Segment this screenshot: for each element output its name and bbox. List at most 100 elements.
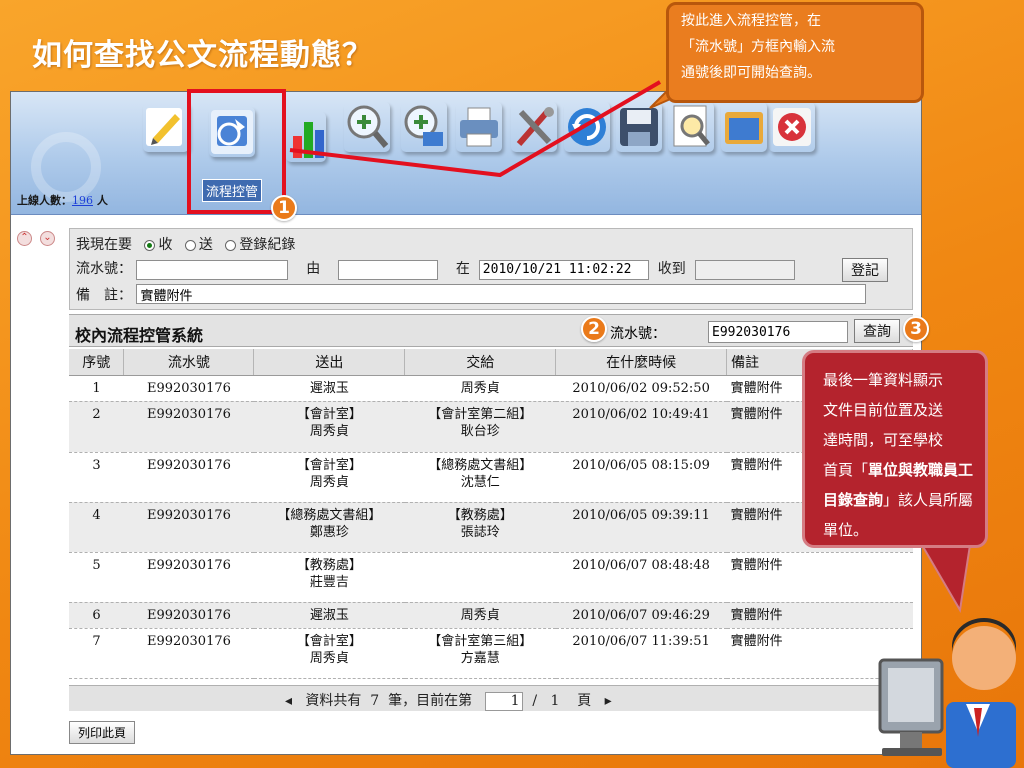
pager-text-pre: 資料共有: [305, 693, 362, 709]
cell-from: 【會計室】 周秀貞: [253, 628, 405, 679]
cell-serial: E992030176: [123, 401, 254, 453]
cell-no: 1: [69, 375, 124, 402]
zoom-search-icon[interactable]: [401, 102, 447, 152]
at-label: 在: [455, 261, 470, 277]
cell-from: 遲淑玉: [253, 602, 405, 629]
callout-bottom-text: 首頁「單位與教職員工目錄查詢」該人員所屬單位。: [823, 455, 979, 545]
tools-icon[interactable]: [511, 102, 557, 152]
cell-from-line1: 遲淑玉: [309, 380, 349, 396]
col-header-time: 在什麼時候: [555, 349, 728, 376]
cell-from-line1: 遲淑玉: [309, 607, 349, 623]
chart-icon[interactable]: [286, 112, 326, 162]
cell-no: 2: [69, 401, 124, 453]
mode-receive-label: 收: [158, 237, 173, 253]
cell-no: 3: [69, 452, 124, 503]
receive-label: 收到: [657, 261, 686, 277]
cell-to-line1: 【總務處文書組】: [428, 457, 533, 473]
cell-no: 7: [69, 628, 124, 679]
table-row: 6 E992030176 遲淑玉 周秀貞 2010/06/07 09:46:29…: [69, 602, 913, 629]
registration-form: 我現在要 收 送 登錄紀錄 流水號： 由 在 收到 登記 備 註：: [69, 228, 913, 310]
pagination-bar: ◂ 資料共有 7 筆，目前在第 1 / 1 頁 ▸: [69, 685, 913, 711]
cell-to-line2: 方嘉慧: [460, 650, 500, 666]
cell-from: 遲淑玉: [253, 375, 405, 402]
table-row: 2 E992030176 【會計室】 周秀貞 【會計室第二組】 耿台珍 2010/0…: [69, 401, 913, 453]
callout-bottom-line: 達時間，可至學校: [823, 431, 944, 449]
prev-page-icon[interactable]: ◂: [285, 693, 292, 709]
cell-to: 【教務處】 張誌玲: [404, 502, 556, 553]
callout-red-tail: [920, 544, 972, 613]
cell-time: 2010/06/02 10:49:41: [555, 401, 727, 453]
serial-label: 流水號：: [76, 261, 132, 277]
table-row: 3 E992030176 【會計室】 周秀貞 【總務處文書組】 沈慧仁 2010/0…: [69, 452, 913, 503]
mode-send-radio[interactable]: [184, 239, 196, 251]
cell-to-line2: 張誌玲: [460, 524, 500, 540]
cell-from-line2: 周秀貞: [309, 650, 349, 666]
cell-no: 6: [69, 602, 124, 629]
callout-top-line: 通號後即可開始查詢。: [681, 65, 821, 81]
next-page-icon[interactable]: ▸: [605, 693, 612, 709]
col-header-from: 送出: [253, 349, 406, 376]
online-users-unit: 人: [96, 194, 108, 207]
query-serial-input[interactable]: [708, 321, 848, 343]
cell-from: 【總務處文書組】 鄭惠珍: [253, 502, 405, 553]
zoom-in-icon[interactable]: [344, 102, 390, 152]
query-button[interactable]: 查詢: [854, 319, 900, 343]
cell-time: 2010/06/07 08:48:48: [555, 552, 727, 603]
callout-top-line: 「流水號」方框內輸入流: [681, 39, 835, 55]
pager-text-post: 頁: [577, 693, 592, 709]
step-marker-2: 2: [581, 316, 607, 342]
note-input[interactable]: [136, 284, 867, 304]
folder-icon[interactable]: [721, 102, 767, 152]
cell-to-line2: 沈慧仁: [460, 474, 500, 490]
callout-bottom-line: 文件目前位置及送: [823, 401, 944, 419]
collapse-down-icon[interactable]: ⌄: [40, 231, 55, 246]
step-marker-3: 3: [903, 316, 929, 342]
cell-no: 5: [69, 552, 124, 603]
callout-top-line: 按此進入流程控管，在: [681, 13, 821, 29]
mode-log-radio[interactable]: [225, 239, 237, 251]
note-label: 備 註：: [76, 287, 132, 304]
from-input[interactable]: [338, 259, 439, 280]
close-icon[interactable]: [769, 102, 815, 152]
cell-from-line1: 【總務處文書組】: [277, 507, 382, 523]
mode-log-label: 登錄紀錄: [239, 237, 296, 253]
collapse-up-icon[interactable]: ⌃: [17, 231, 32, 246]
table-header-row: 序號 流水號 送出 交給 在什麼時候 備註: [69, 349, 913, 376]
online-users-count[interactable]: 196: [72, 194, 93, 207]
cell-from-line2: 鄭惠珍: [309, 524, 349, 540]
printer-icon[interactable]: [456, 102, 502, 152]
cell-from: 【會計室】 周秀貞: [253, 401, 405, 453]
col-header-serial: 流水號: [123, 349, 255, 376]
mode-send-label: 送: [198, 237, 213, 253]
pager-total: 7: [370, 693, 380, 709]
register-button[interactable]: 登記: [842, 258, 888, 282]
datetime-input[interactable]: [478, 259, 649, 280]
save-icon[interactable]: [616, 102, 662, 152]
user-at-computer-icon: [878, 618, 1016, 768]
mode-receive-radio[interactable]: [144, 239, 156, 251]
receive-input[interactable]: [694, 259, 795, 280]
cell-time: 2010/06/05 09:39:11: [555, 502, 727, 553]
cell-from: 【教務處】 莊豐吉: [253, 552, 405, 603]
step-marker-1: 1: [271, 195, 297, 221]
cell-from-line2: 周秀貞: [309, 474, 349, 490]
cell-to-line1: 周秀貞: [460, 380, 500, 396]
refresh-icon[interactable]: [564, 102, 610, 152]
online-users-label: 上線人數：: [17, 194, 72, 207]
pager-separator: /: [532, 693, 538, 709]
query-serial-label: 流水號：: [610, 326, 666, 342]
toolbar: 流程控管 上線人數：196 人: [11, 92, 921, 215]
cell-to: 【會計室第二組】 耿台珍: [404, 401, 556, 453]
page-input[interactable]: 1: [485, 692, 524, 711]
cell-to: [404, 552, 556, 603]
print-page-button[interactable]: 列印此頁: [69, 721, 136, 744]
preview-icon[interactable]: [668, 102, 714, 152]
edit-icon[interactable]: [143, 102, 189, 152]
callout-instruction-bottom: 最後一筆資料顯示 文件目前位置及送 達時間，可至學校 首頁「單位與教職員工目錄查…: [802, 350, 988, 548]
cell-serial: E992030176: [123, 502, 254, 553]
serial-input[interactable]: [136, 259, 289, 280]
table-row: 5 E992030176 【教務處】 莊豐吉 2010/06/07 08:48:4…: [69, 552, 913, 603]
mode-label: 我現在要: [76, 237, 132, 253]
highlight-box: [187, 89, 286, 214]
cell-to: 周秀貞: [404, 375, 556, 402]
